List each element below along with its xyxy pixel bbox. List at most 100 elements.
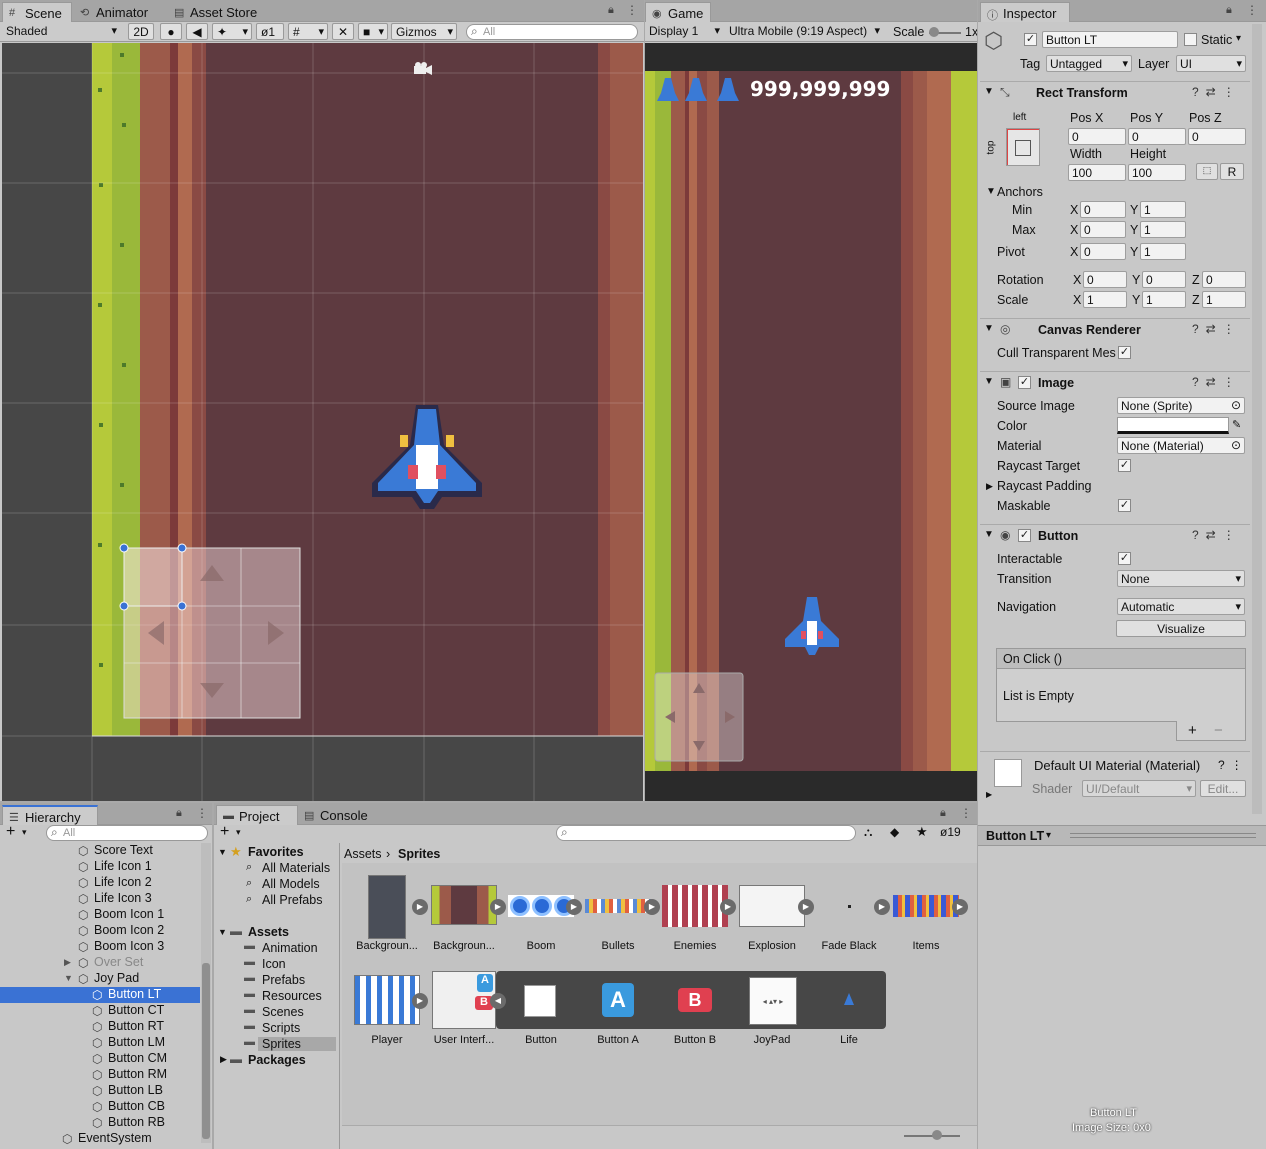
project-search-input[interactable] [556, 825, 856, 841]
fav-all-materials[interactable]: All Materials [262, 861, 330, 875]
asset-label[interactable]: Button A [583, 1034, 653, 1046]
expand-play-icon[interactable]: ▶ [798, 899, 814, 915]
tab-asset-store[interactable]: ▤ Asset Store [168, 2, 265, 22]
foldout-arrow-icon[interactable]: ▼ [218, 847, 227, 857]
create-plus-icon[interactable]: + [6, 823, 15, 841]
asset-thumb-bullets[interactable] [585, 899, 651, 913]
asset-thumb-user-interface[interactable]: A B [432, 971, 496, 1029]
hierarchy-item[interactable]: ⬡ Button CT [0, 1003, 200, 1019]
inspector-scrollbar[interactable] [1252, 24, 1262, 814]
anchor-min-y-field[interactable]: 1 [1140, 201, 1186, 218]
object-picker-icon[interactable]: ⊙ [1231, 398, 1241, 412]
asset-thumb-button-a[interactable]: A [602, 983, 634, 1017]
game-viewport[interactable]: 999,999,999 [645, 43, 977, 801]
object-picker-icon[interactable]: ⊙ [1231, 438, 1241, 452]
foldout-arrow-icon[interactable]: ▼ [218, 927, 227, 937]
chevron-down-icon[interactable]: ▾ [1046, 830, 1051, 841]
object-active-checkbox[interactable]: ✓ [1024, 33, 1037, 46]
hidden-packages-icon[interactable]: ø19 [940, 825, 961, 839]
hierarchy-item[interactable]: ⬡ Life Icon 3 [0, 891, 200, 907]
layer-dropdown[interactable]: UI [1176, 55, 1246, 72]
tag-dropdown[interactable]: Untagged [1046, 55, 1132, 72]
hierarchy-item[interactable]: ⬡ Boom Icon 3 [0, 939, 200, 955]
favorite-star-icon[interactable]: ★ [916, 824, 928, 840]
preview-drag-handle[interactable] [1070, 833, 1256, 838]
raw-edit-button[interactable]: R [1220, 163, 1244, 180]
tab-inspector[interactable]: ⓘ Inspector [980, 2, 1070, 22]
aspect-dropdown[interactable]: Ultra Mobile (9:19 Aspect) [725, 23, 883, 40]
asset-label[interactable]: Backgroun... [352, 940, 422, 952]
asset-thumb-fade-black[interactable] [848, 905, 851, 908]
tab-console[interactable]: ▤ Console [298, 805, 376, 825]
hierarchy-item[interactable]: ⬡ Button LB [0, 1083, 200, 1099]
tab-project[interactable]: ▬ Project [216, 805, 298, 825]
expand-play-icon[interactable]: ▶ [490, 899, 506, 915]
expand-play-icon[interactable]: ▶ [952, 899, 968, 915]
add-listener-button[interactable]: + [1188, 722, 1197, 739]
hierarchy-item[interactable]: ⬡ Boom Icon 2 [0, 923, 200, 939]
lock-icon[interactable]: 🔒︎ [1226, 4, 1232, 17]
icon-size-slider-thumb[interactable] [932, 1130, 942, 1140]
asset-thumb-button[interactable] [524, 985, 556, 1017]
hierarchy-item[interactable]: ▶ ⬡ Over Set [0, 955, 200, 971]
material-foldout-icon[interactable]: ▶ [986, 790, 992, 799]
expand-play-icon[interactable]: ▶ [412, 993, 428, 1009]
asset-label[interactable]: Items [891, 940, 961, 952]
filter-by-type-icon[interactable]: ⛬ [864, 825, 872, 840]
hierarchy-item[interactable]: ⬡ Boom Icon 1 [0, 907, 200, 923]
pos-y-field[interactable]: 0 [1128, 128, 1186, 145]
lighting-icon[interactable]: ● [160, 23, 182, 40]
asset-label[interactable]: Life [814, 1034, 884, 1046]
anchor-max-y-field[interactable]: 1 [1140, 221, 1186, 238]
hierarchy-item[interactable]: ⬡ Life Icon 1 [0, 859, 200, 875]
audio-icon[interactable]: ◀ [186, 23, 208, 40]
anchors-foldout-icon[interactable]: ▼ [986, 186, 996, 197]
scale-z-field[interactable]: 1 [1202, 291, 1246, 308]
asset-thumb-boom[interactable] [508, 895, 574, 917]
image-header[interactable]: ▼ ▣ ✓ Image ?⇄⋮ [980, 371, 1250, 393]
hierarchy-item[interactable]: ⬡ Button RM [0, 1067, 200, 1083]
hierarchy-scrollbar[interactable] [201, 843, 211, 1143]
rotation-z-field[interactable]: 0 [1202, 271, 1246, 288]
hierarchy-item[interactable]: ⬡ Button LM [0, 1035, 200, 1051]
asset-label[interactable]: Bullets [583, 940, 653, 952]
folder-item[interactable]: Icon [262, 957, 286, 971]
asset-label[interactable]: Button [506, 1034, 576, 1046]
pivot-x-field[interactable]: 0 [1080, 243, 1126, 260]
hierarchy-item[interactable]: ⬡ Button RB [0, 1115, 200, 1131]
pos-x-field[interactable]: 0 [1068, 128, 1126, 145]
hierarchy-item[interactable]: ▼ ⬡ Joy Pad [0, 971, 200, 987]
asset-label[interactable]: Fade Black [814, 940, 884, 952]
component-menu-icons[interactable]: ?⇄⋮ [1192, 322, 1242, 336]
pivot-y-field[interactable]: 1 [1140, 243, 1186, 260]
visibility-icon[interactable]: ø1 [256, 23, 284, 40]
object-name-field[interactable]: Button LT [1042, 31, 1178, 48]
packages-folder[interactable]: Packages [248, 1053, 306, 1067]
preview-title-dropdown[interactable]: Button LT [986, 829, 1044, 843]
scene-search-input[interactable]: All [466, 24, 638, 40]
foldout-arrow-icon[interactable]: ▶ [220, 1054, 227, 1065]
pos-z-field[interactable]: 0 [1188, 128, 1246, 145]
maskable-checkbox[interactable]: ✓ [1118, 499, 1131, 512]
anchor-min-x-field[interactable]: 0 [1080, 201, 1126, 218]
hierarchy-item[interactable]: ⬡ Button CB [0, 1099, 200, 1115]
foldout-arrow-icon[interactable]: ▼ [64, 973, 73, 983]
favorites-label[interactable]: Favorites [248, 845, 304, 859]
hierarchy-scroll-thumb[interactable] [202, 963, 210, 1139]
raycast-target-checkbox[interactable]: ✓ [1118, 459, 1131, 472]
material-menu-icons[interactable]: ?⋮ [1218, 758, 1249, 772]
expand-play-icon[interactable]: ▶ [412, 899, 428, 915]
hierarchy-item[interactable]: ⬡ EventSystem [0, 1131, 200, 1147]
folder-item[interactable]: Sprites [258, 1037, 336, 1051]
interactable-checkbox[interactable]: ✓ [1118, 552, 1131, 565]
breadcrumb-current[interactable]: Sprites [398, 847, 440, 861]
2d-toggle[interactable]: 2D [128, 23, 154, 40]
grid-toggle-icon[interactable]: # [288, 23, 328, 40]
hierarchy-item[interactable]: ⬡ Score Text [0, 843, 200, 859]
foldout-arrow-icon[interactable]: ▶ [64, 957, 71, 968]
asset-label[interactable]: Explosion [737, 940, 807, 952]
camera-icon[interactable]: ■ [358, 23, 388, 40]
tab-game[interactable]: ◉ Game [645, 2, 711, 22]
tools-icon[interactable]: ✕ [332, 23, 354, 40]
button-enabled-checkbox[interactable]: ✓ [1018, 529, 1031, 542]
